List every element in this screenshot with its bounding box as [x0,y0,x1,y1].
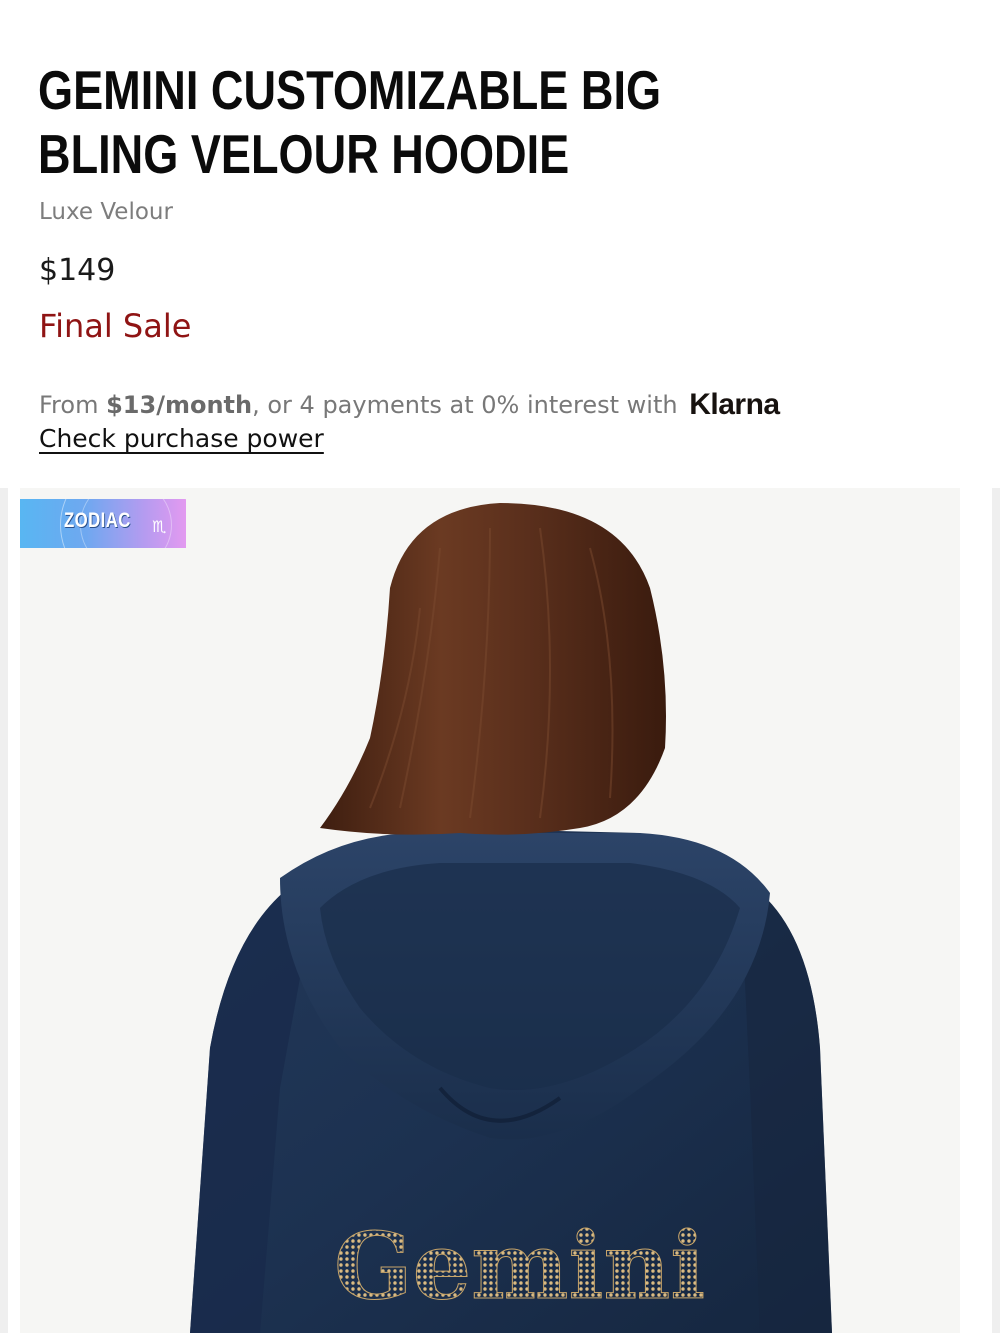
product-collection: Luxe Velour [39,199,173,225]
financing-terms: , or 4 payments at 0% interest with [252,391,678,419]
product-price: $149 [39,253,116,288]
carousel-next-image-edge[interactable] [992,488,1000,1333]
klarna-logo: Klarna [689,388,780,421]
final-sale-label: Final Sale [39,307,192,345]
model-back-photo: Gemini [20,488,960,1333]
financing-prefix: From [39,391,107,419]
check-purchase-power-link[interactable]: Check purchase power [39,424,324,453]
financing-monthly-amount: $13/month [106,391,253,419]
klarna-financing-message: From $13/month, or 4 payments at 0% inte… [39,388,780,422]
carousel-prev-image-edge[interactable] [0,488,8,1333]
product-image[interactable]: Gemini [20,488,960,1333]
product-title: GEMINI CUSTOMIZABLE BIG BLING VELOUR HOO… [38,59,662,185]
gemini-embroidery: Gemini [334,1212,705,1320]
zodiac-badge: ZODIAC ♏ [20,499,186,548]
zodiac-symbol-icon: ♏ [152,517,167,536]
zodiac-badge-text: ZODIAC [64,509,131,532]
